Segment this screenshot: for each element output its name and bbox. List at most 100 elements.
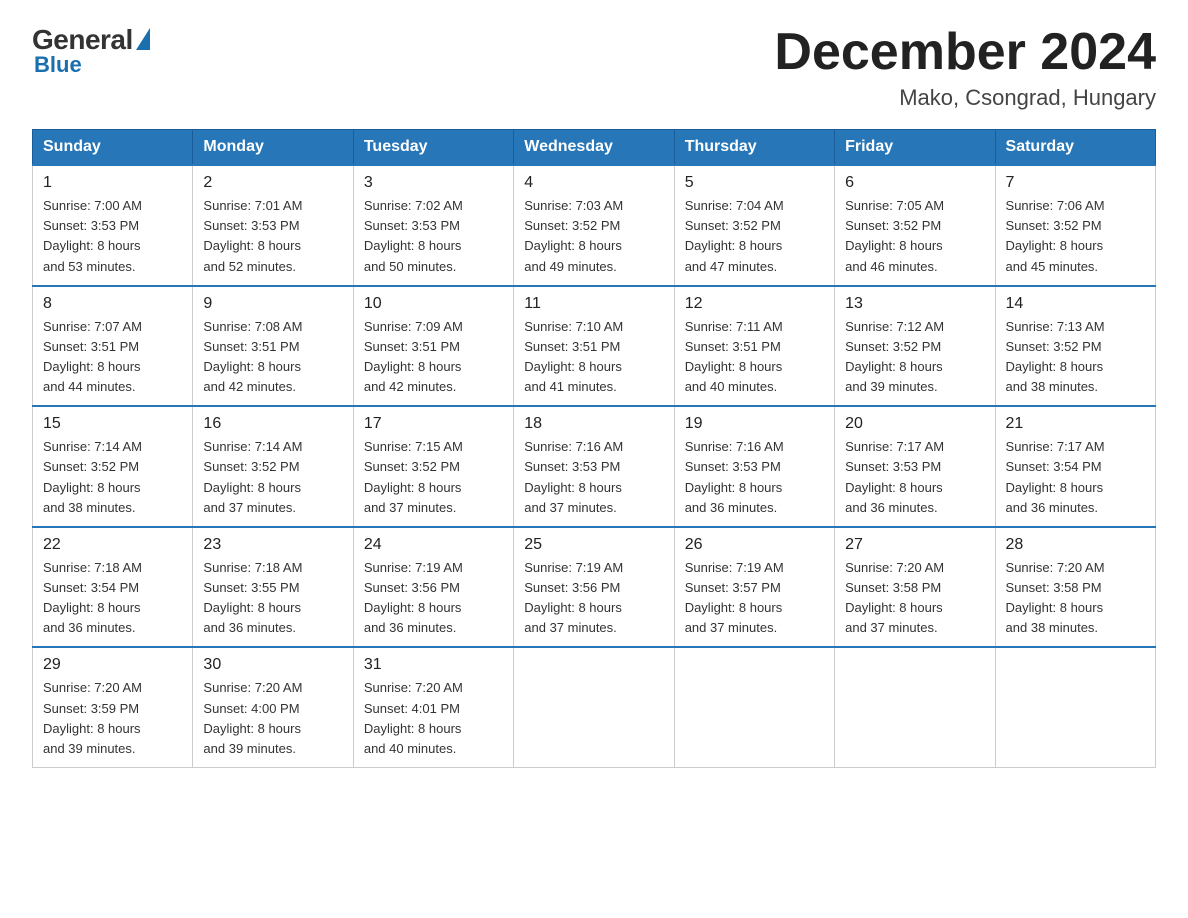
calendar-week-row: 15 Sunrise: 7:14 AMSunset: 3:52 PMDayligh… <box>33 406 1156 527</box>
calendar-day-cell: 9 Sunrise: 7:08 AMSunset: 3:51 PMDaylight… <box>193 286 353 407</box>
day-info: Sunrise: 7:20 AMSunset: 3:58 PMDaylight:… <box>845 558 984 639</box>
main-title: December 2024 <box>774 24 1156 81</box>
calendar-day-cell: 10 Sunrise: 7:09 AMSunset: 3:51 PMDayligh… <box>353 286 513 407</box>
calendar-day-cell: 4Sunrise: 7:03 AMSunset: 3:52 PMDaylight… <box>514 165 674 286</box>
calendar-week-row: 22Sunrise: 7:18 AMSunset: 3:54 PMDayligh… <box>33 527 1156 648</box>
weekday-header-wednesday: Wednesday <box>514 130 674 166</box>
day-info: Sunrise: 7:14 AMSunset: 3:52 PMDaylight:… <box>203 437 342 518</box>
day-number: 22 <box>43 536 182 554</box>
day-info: Sunrise: 7:08 AMSunset: 3:51 PMDaylight:… <box>203 317 342 398</box>
day-number: 14 <box>1006 295 1145 313</box>
calendar-day-cell: 30 Sunrise: 7:20 AMSunset: 4:00 PMDayligh… <box>193 647 353 767</box>
day-info: Sunrise: 7:09 AMSunset: 3:51 PMDaylight:… <box>364 317 503 398</box>
day-info: Sunrise: 7:07 AMSunset: 3:51 PMDaylight:… <box>43 317 182 398</box>
day-info: Sunrise: 7:15 AMSunset: 3:52 PMDaylight:… <box>364 437 503 518</box>
calendar-day-cell: 3 Sunrise: 7:02 AMSunset: 3:53 PMDaylight… <box>353 165 513 286</box>
day-info: Sunrise: 7:20 AMSunset: 3:58 PMDaylight:… <box>1006 558 1145 639</box>
calendar-table: SundayMondayTuesdayWednesdayThursdayFrid… <box>32 129 1156 768</box>
day-number: 27 <box>845 536 984 554</box>
day-number: 12 <box>685 295 824 313</box>
day-number: 7 <box>1006 174 1145 192</box>
day-info: Sunrise: 7:18 AMSunset: 3:55 PMDaylight:… <box>203 558 342 639</box>
day-number: 19 <box>685 415 824 433</box>
day-info: Sunrise: 7:20 AMSunset: 4:00 PMDaylight:… <box>203 678 342 759</box>
calendar-day-cell: 18 Sunrise: 7:16 AMSunset: 3:53 PMDayligh… <box>514 406 674 527</box>
day-number: 17 <box>364 415 503 433</box>
day-info: Sunrise: 7:11 AMSunset: 3:51 PMDaylight:… <box>685 317 824 398</box>
calendar-empty-cell <box>674 647 834 767</box>
calendar-day-cell: 31 Sunrise: 7:20 AMSunset: 4:01 PMDayligh… <box>353 647 513 767</box>
day-number: 8 <box>43 295 182 313</box>
calendar-day-cell: 2 Sunrise: 7:01 AMSunset: 3:53 PMDaylight… <box>193 165 353 286</box>
day-number: 26 <box>685 536 824 554</box>
calendar-day-cell: 1 Sunrise: 7:00 AMSunset: 3:53 PMDaylight… <box>33 165 193 286</box>
title-block: December 2024 Mako, Csongrad, Hungary <box>774 24 1156 111</box>
weekday-header-friday: Friday <box>835 130 995 166</box>
day-info: Sunrise: 7:05 AMSunset: 3:52 PMDaylight:… <box>845 196 984 277</box>
weekday-header-thursday: Thursday <box>674 130 834 166</box>
day-info: Sunrise: 7:12 AMSunset: 3:52 PMDaylight:… <box>845 317 984 398</box>
day-info: Sunrise: 7:01 AMSunset: 3:53 PMDaylight:… <box>203 196 342 277</box>
calendar-day-cell: 6 Sunrise: 7:05 AMSunset: 3:52 PMDaylight… <box>835 165 995 286</box>
calendar-day-cell: 5 Sunrise: 7:04 AMSunset: 3:52 PMDaylight… <box>674 165 834 286</box>
day-info: Sunrise: 7:03 AMSunset: 3:52 PMDaylight:… <box>524 196 663 277</box>
day-number: 18 <box>524 415 663 433</box>
weekday-header-saturday: Saturday <box>995 130 1155 166</box>
day-info: Sunrise: 7:17 AMSunset: 3:54 PMDaylight:… <box>1006 437 1145 518</box>
day-number: 13 <box>845 295 984 313</box>
day-number: 21 <box>1006 415 1145 433</box>
calendar-day-cell: 14Sunrise: 7:13 AMSunset: 3:52 PMDayligh… <box>995 286 1155 407</box>
calendar-day-cell: 15Sunrise: 7:14 AMSunset: 3:52 PMDayligh… <box>33 406 193 527</box>
day-number: 5 <box>685 174 824 192</box>
day-number: 3 <box>364 174 503 192</box>
page-header: General Blue December 2024 Mako, Csongra… <box>32 24 1156 111</box>
calendar-day-cell: 28 Sunrise: 7:20 AMSunset: 3:58 PMDayligh… <box>995 527 1155 648</box>
calendar-day-cell: 7 Sunrise: 7:06 AMSunset: 3:52 PMDaylight… <box>995 165 1155 286</box>
day-number: 16 <box>203 415 342 433</box>
day-number: 28 <box>1006 536 1145 554</box>
day-number: 15 <box>43 415 182 433</box>
location-subtitle: Mako, Csongrad, Hungary <box>774 85 1156 111</box>
day-number: 30 <box>203 656 342 674</box>
day-info: Sunrise: 7:17 AMSunset: 3:53 PMDaylight:… <box>845 437 984 518</box>
calendar-day-cell: 22Sunrise: 7:18 AMSunset: 3:54 PMDayligh… <box>33 527 193 648</box>
calendar-day-cell: 17 Sunrise: 7:15 AMSunset: 3:52 PMDayligh… <box>353 406 513 527</box>
calendar-day-cell: 8 Sunrise: 7:07 AMSunset: 3:51 PMDaylight… <box>33 286 193 407</box>
day-number: 2 <box>203 174 342 192</box>
calendar-day-cell: 16 Sunrise: 7:14 AMSunset: 3:52 PMDayligh… <box>193 406 353 527</box>
calendar-week-row: 8 Sunrise: 7:07 AMSunset: 3:51 PMDaylight… <box>33 286 1156 407</box>
calendar-day-cell: 13 Sunrise: 7:12 AMSunset: 3:52 PMDayligh… <box>835 286 995 407</box>
day-info: Sunrise: 7:16 AMSunset: 3:53 PMDaylight:… <box>524 437 663 518</box>
calendar-week-row: 1 Sunrise: 7:00 AMSunset: 3:53 PMDaylight… <box>33 165 1156 286</box>
calendar-day-cell: 29Sunrise: 7:20 AMSunset: 3:59 PMDayligh… <box>33 647 193 767</box>
weekday-header-tuesday: Tuesday <box>353 130 513 166</box>
weekday-header-monday: Monday <box>193 130 353 166</box>
day-info: Sunrise: 7:20 AMSunset: 4:01 PMDaylight:… <box>364 678 503 759</box>
calendar-day-cell: 11Sunrise: 7:10 AMSunset: 3:51 PMDayligh… <box>514 286 674 407</box>
calendar-day-cell: 19Sunrise: 7:16 AMSunset: 3:53 PMDayligh… <box>674 406 834 527</box>
day-info: Sunrise: 7:04 AMSunset: 3:52 PMDaylight:… <box>685 196 824 277</box>
day-number: 10 <box>364 295 503 313</box>
day-info: Sunrise: 7:19 AMSunset: 3:57 PMDaylight:… <box>685 558 824 639</box>
day-number: 1 <box>43 174 182 192</box>
calendar-day-cell: 26 Sunrise: 7:19 AMSunset: 3:57 PMDayligh… <box>674 527 834 648</box>
day-info: Sunrise: 7:06 AMSunset: 3:52 PMDaylight:… <box>1006 196 1145 277</box>
calendar-empty-cell <box>835 647 995 767</box>
day-number: 25 <box>524 536 663 554</box>
day-info: Sunrise: 7:02 AMSunset: 3:53 PMDaylight:… <box>364 196 503 277</box>
day-info: Sunrise: 7:10 AMSunset: 3:51 PMDaylight:… <box>524 317 663 398</box>
calendar-day-cell: 27 Sunrise: 7:20 AMSunset: 3:58 PMDayligh… <box>835 527 995 648</box>
calendar-empty-cell <box>514 647 674 767</box>
day-info: Sunrise: 7:19 AMSunset: 3:56 PMDaylight:… <box>524 558 663 639</box>
calendar-day-cell: 12 Sunrise: 7:11 AMSunset: 3:51 PMDayligh… <box>674 286 834 407</box>
day-info: Sunrise: 7:00 AMSunset: 3:53 PMDaylight:… <box>43 196 182 277</box>
day-number: 6 <box>845 174 984 192</box>
day-number: 24 <box>364 536 503 554</box>
logo: General Blue <box>32 24 150 78</box>
logo-blue-text: Blue <box>34 52 82 78</box>
day-number: 31 <box>364 656 503 674</box>
day-number: 9 <box>203 295 342 313</box>
logo-triangle-icon <box>136 28 150 50</box>
day-info: Sunrise: 7:20 AMSunset: 3:59 PMDaylight:… <box>43 678 182 759</box>
calendar-day-cell: 21 Sunrise: 7:17 AMSunset: 3:54 PMDayligh… <box>995 406 1155 527</box>
